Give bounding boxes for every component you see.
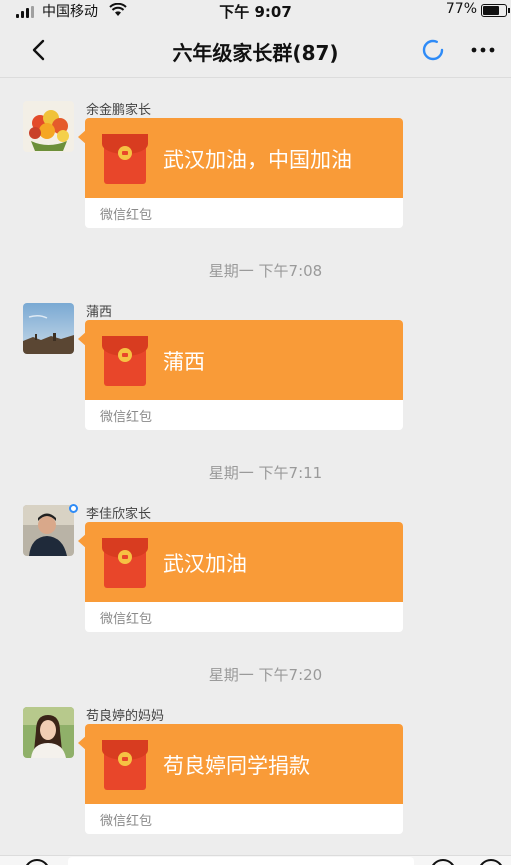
sender-name: 余金鹏家长 — [86, 103, 152, 118]
red-packet-label: 微信红包 — [100, 410, 153, 425]
online-status-icon — [69, 504, 78, 513]
red-packet[interactable]: 苟良婷同学捐款 微信红包 — [85, 724, 403, 834]
red-packet-message: 武汉加油 — [163, 552, 247, 576]
plus-icon[interactable] — [478, 859, 504, 865]
emoji-icon[interactable] — [430, 859, 456, 865]
red-packet-message: 苟良婷同学捐款 — [163, 754, 310, 778]
message-input[interactable] — [68, 857, 414, 865]
red-packet[interactable]: 蒲西 微信红包 — [85, 320, 403, 430]
input-bar — [0, 855, 511, 865]
avatar-sky[interactable] — [23, 303, 74, 354]
battery-percent: 77% — [445, 1, 477, 17]
red-packet[interactable]: 武汉加油 微信红包 — [85, 522, 403, 632]
red-packet-message: 武汉加油，中国加油 — [163, 148, 352, 172]
chat-area[interactable]: 余金鹏家长 武汉加油，中国加油 微信红包 星期一 下午7:08 蒲西 蒲西 微信… — [0, 78, 511, 855]
red-packet-label: 微信红包 — [100, 208, 153, 223]
loading-spinner-icon — [422, 39, 444, 61]
red-packet-icon — [102, 740, 148, 790]
sender-name: 蒲西 — [86, 305, 113, 320]
avatar-person[interactable] — [23, 505, 74, 556]
red-packet[interactable]: 武汉加油，中国加油 微信红包 — [85, 118, 403, 228]
avatar-woman[interactable] — [23, 707, 74, 758]
more-options-icon[interactable] — [469, 36, 497, 64]
red-packet-icon — [102, 134, 148, 184]
nav-bar: 六年级家长群(87) — [0, 22, 511, 78]
timestamp: 星期一 下午7:20 — [208, 666, 323, 684]
clock: 下午 9:07 — [219, 3, 292, 21]
red-packet-label: 微信红包 — [100, 814, 153, 829]
avatar-flowers[interactable] — [23, 101, 74, 152]
red-packet-icon — [102, 538, 148, 588]
red-packet-icon — [102, 336, 148, 386]
status-bar: 中国移动 下午 9:07 77% — [0, 0, 511, 22]
red-packet-label: 微信红包 — [100, 612, 153, 627]
timestamp: 星期一 下午7:11 — [208, 464, 323, 482]
sender-name: 李佳欣家长 — [86, 507, 152, 522]
sender-name: 苟良婷的妈妈 — [86, 709, 165, 724]
battery-icon — [481, 4, 510, 17]
voice-icon[interactable] — [24, 859, 50, 865]
red-packet-message: 蒲西 — [163, 350, 205, 374]
timestamp: 星期一 下午7:08 — [208, 262, 323, 280]
